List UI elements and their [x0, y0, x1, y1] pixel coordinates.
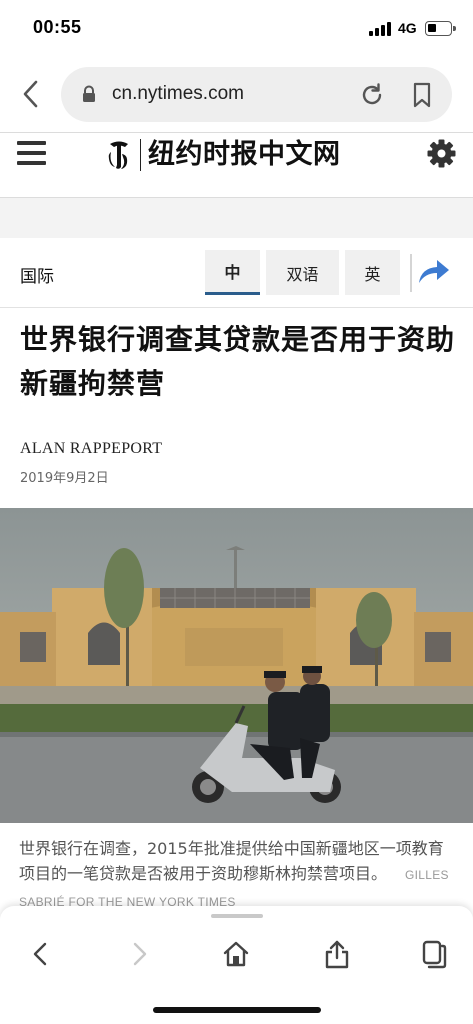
article-photo[interactable]	[0, 508, 473, 823]
share-arrow-icon[interactable]	[417, 257, 451, 285]
status-bar: 00:55 4G	[0, 0, 473, 56]
photo-caption: 世界银行在调查，2015年批准提供给中国新疆地区一项教育项目的一笔贷款是否被用于…	[19, 836, 459, 915]
url-text: cn.nytimes.com	[112, 83, 244, 104]
status-time: 00:55	[33, 17, 82, 37]
tab-bilingual[interactable]: 双语	[266, 250, 339, 295]
bottom-toolbar	[0, 906, 473, 1024]
lock-icon	[83, 85, 95, 102]
section-bar: 国际 中 双语 英	[0, 238, 473, 308]
article-headline: 世界银行调查其贷款是否用于资助新疆拘禁营	[20, 323, 456, 400]
home-icon[interactable]	[221, 939, 251, 969]
gear-icon[interactable]	[427, 139, 456, 168]
network-type: 4G	[398, 20, 417, 36]
nyt-logo[interactable]: 纽约时报中文网	[106, 137, 341, 173]
chevron-left-icon[interactable]	[18, 78, 44, 110]
hamburger-menu-icon[interactable]	[17, 141, 46, 167]
bookmark-icon[interactable]	[412, 82, 432, 108]
logo-text: 纽约时报中文网	[140, 139, 341, 171]
tabs-icon[interactable]	[418, 939, 448, 969]
forward-icon[interactable]	[124, 939, 154, 969]
reload-icon[interactable]	[359, 82, 385, 108]
article-byline[interactable]: ALAN RAPPEPORT	[20, 440, 162, 458]
caption-text: 世界银行在调查，2015年批准提供给中国新疆地区一项教育项目的一笔贷款是否被用于…	[19, 839, 444, 883]
back-icon[interactable]	[26, 939, 56, 969]
signal-icon	[369, 22, 393, 36]
tab-divider	[410, 254, 412, 292]
address-bar[interactable]: cn.nytimes.com	[61, 67, 452, 122]
browser-bar: cn.nytimes.com	[0, 56, 473, 132]
sheet-handle[interactable]	[211, 914, 263, 918]
ad-placeholder	[0, 198, 473, 238]
masthead: 纽约时报中文网	[0, 132, 473, 198]
battery-icon	[425, 21, 456, 36]
tab-chinese[interactable]: 中	[205, 250, 260, 295]
section-label[interactable]: 国际	[20, 262, 54, 287]
share-icon[interactable]	[322, 939, 352, 969]
nyt-t-logo-icon	[108, 141, 128, 169]
home-indicator	[153, 1007, 321, 1013]
article-date: 2019年9月2日	[20, 471, 109, 486]
tab-english[interactable]: 英	[345, 250, 400, 295]
